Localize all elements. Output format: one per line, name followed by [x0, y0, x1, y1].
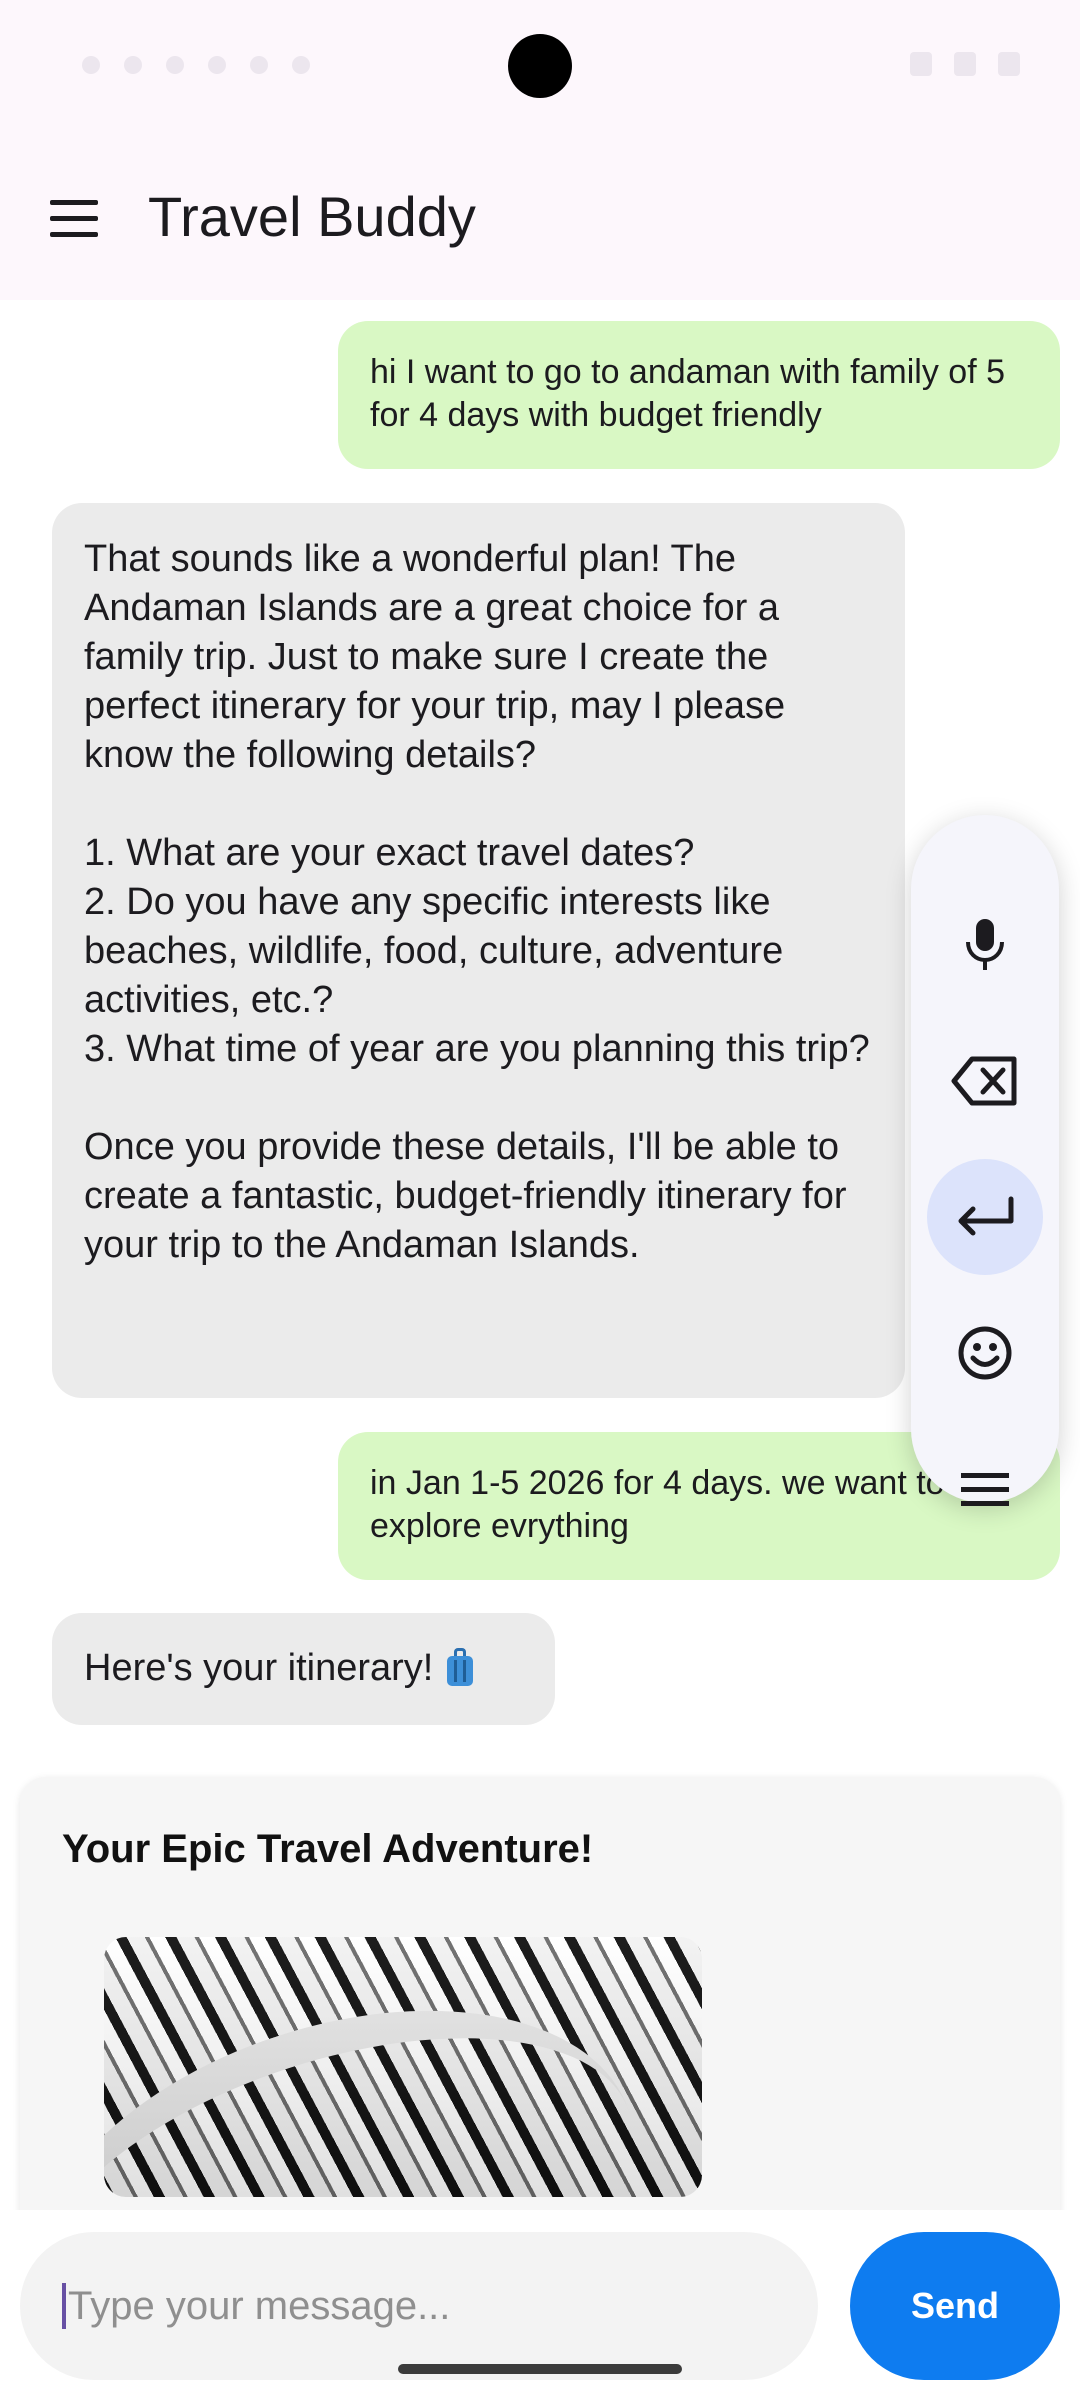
assistant-message: Here's your itinerary! [52, 1613, 555, 1725]
hamburger-menu-icon[interactable] [38, 192, 110, 244]
assistant-message: That sounds like a wonderful plan! The A… [52, 503, 905, 1398]
send-button[interactable]: Send [850, 2232, 1060, 2380]
itinerary-card-title: Your Epic Travel Adventure! [62, 1827, 594, 1871]
assistant-message-text: Here's your itinerary! [84, 1647, 434, 1689]
message-input[interactable]: Type your message... [20, 2232, 818, 2380]
front-camera [508, 34, 572, 98]
message-input-placeholder: Type your message... [68, 2283, 451, 2328]
home-indicator[interactable] [398, 2364, 682, 2374]
app-bar: Travel Buddy [0, 130, 1080, 300]
microphone-icon[interactable] [927, 887, 1043, 1003]
text-cursor [62, 2283, 66, 2329]
user-message: hi I want to go to andaman with family o… [338, 321, 1060, 469]
emoji-icon[interactable] [927, 1295, 1043, 1411]
status-bar [0, 0, 1080, 130]
status-icons-left [82, 56, 310, 74]
menu-icon[interactable] [927, 1431, 1043, 1547]
enter-icon[interactable] [927, 1159, 1043, 1275]
luggage-icon [443, 1646, 477, 1686]
app-title: Travel Buddy [148, 185, 476, 248]
backspace-icon[interactable] [927, 1023, 1043, 1139]
floating-keyboard-toolbar [911, 815, 1059, 1506]
status-icons-right [910, 52, 1020, 76]
itinerary-cover-image [104, 1937, 702, 2197]
